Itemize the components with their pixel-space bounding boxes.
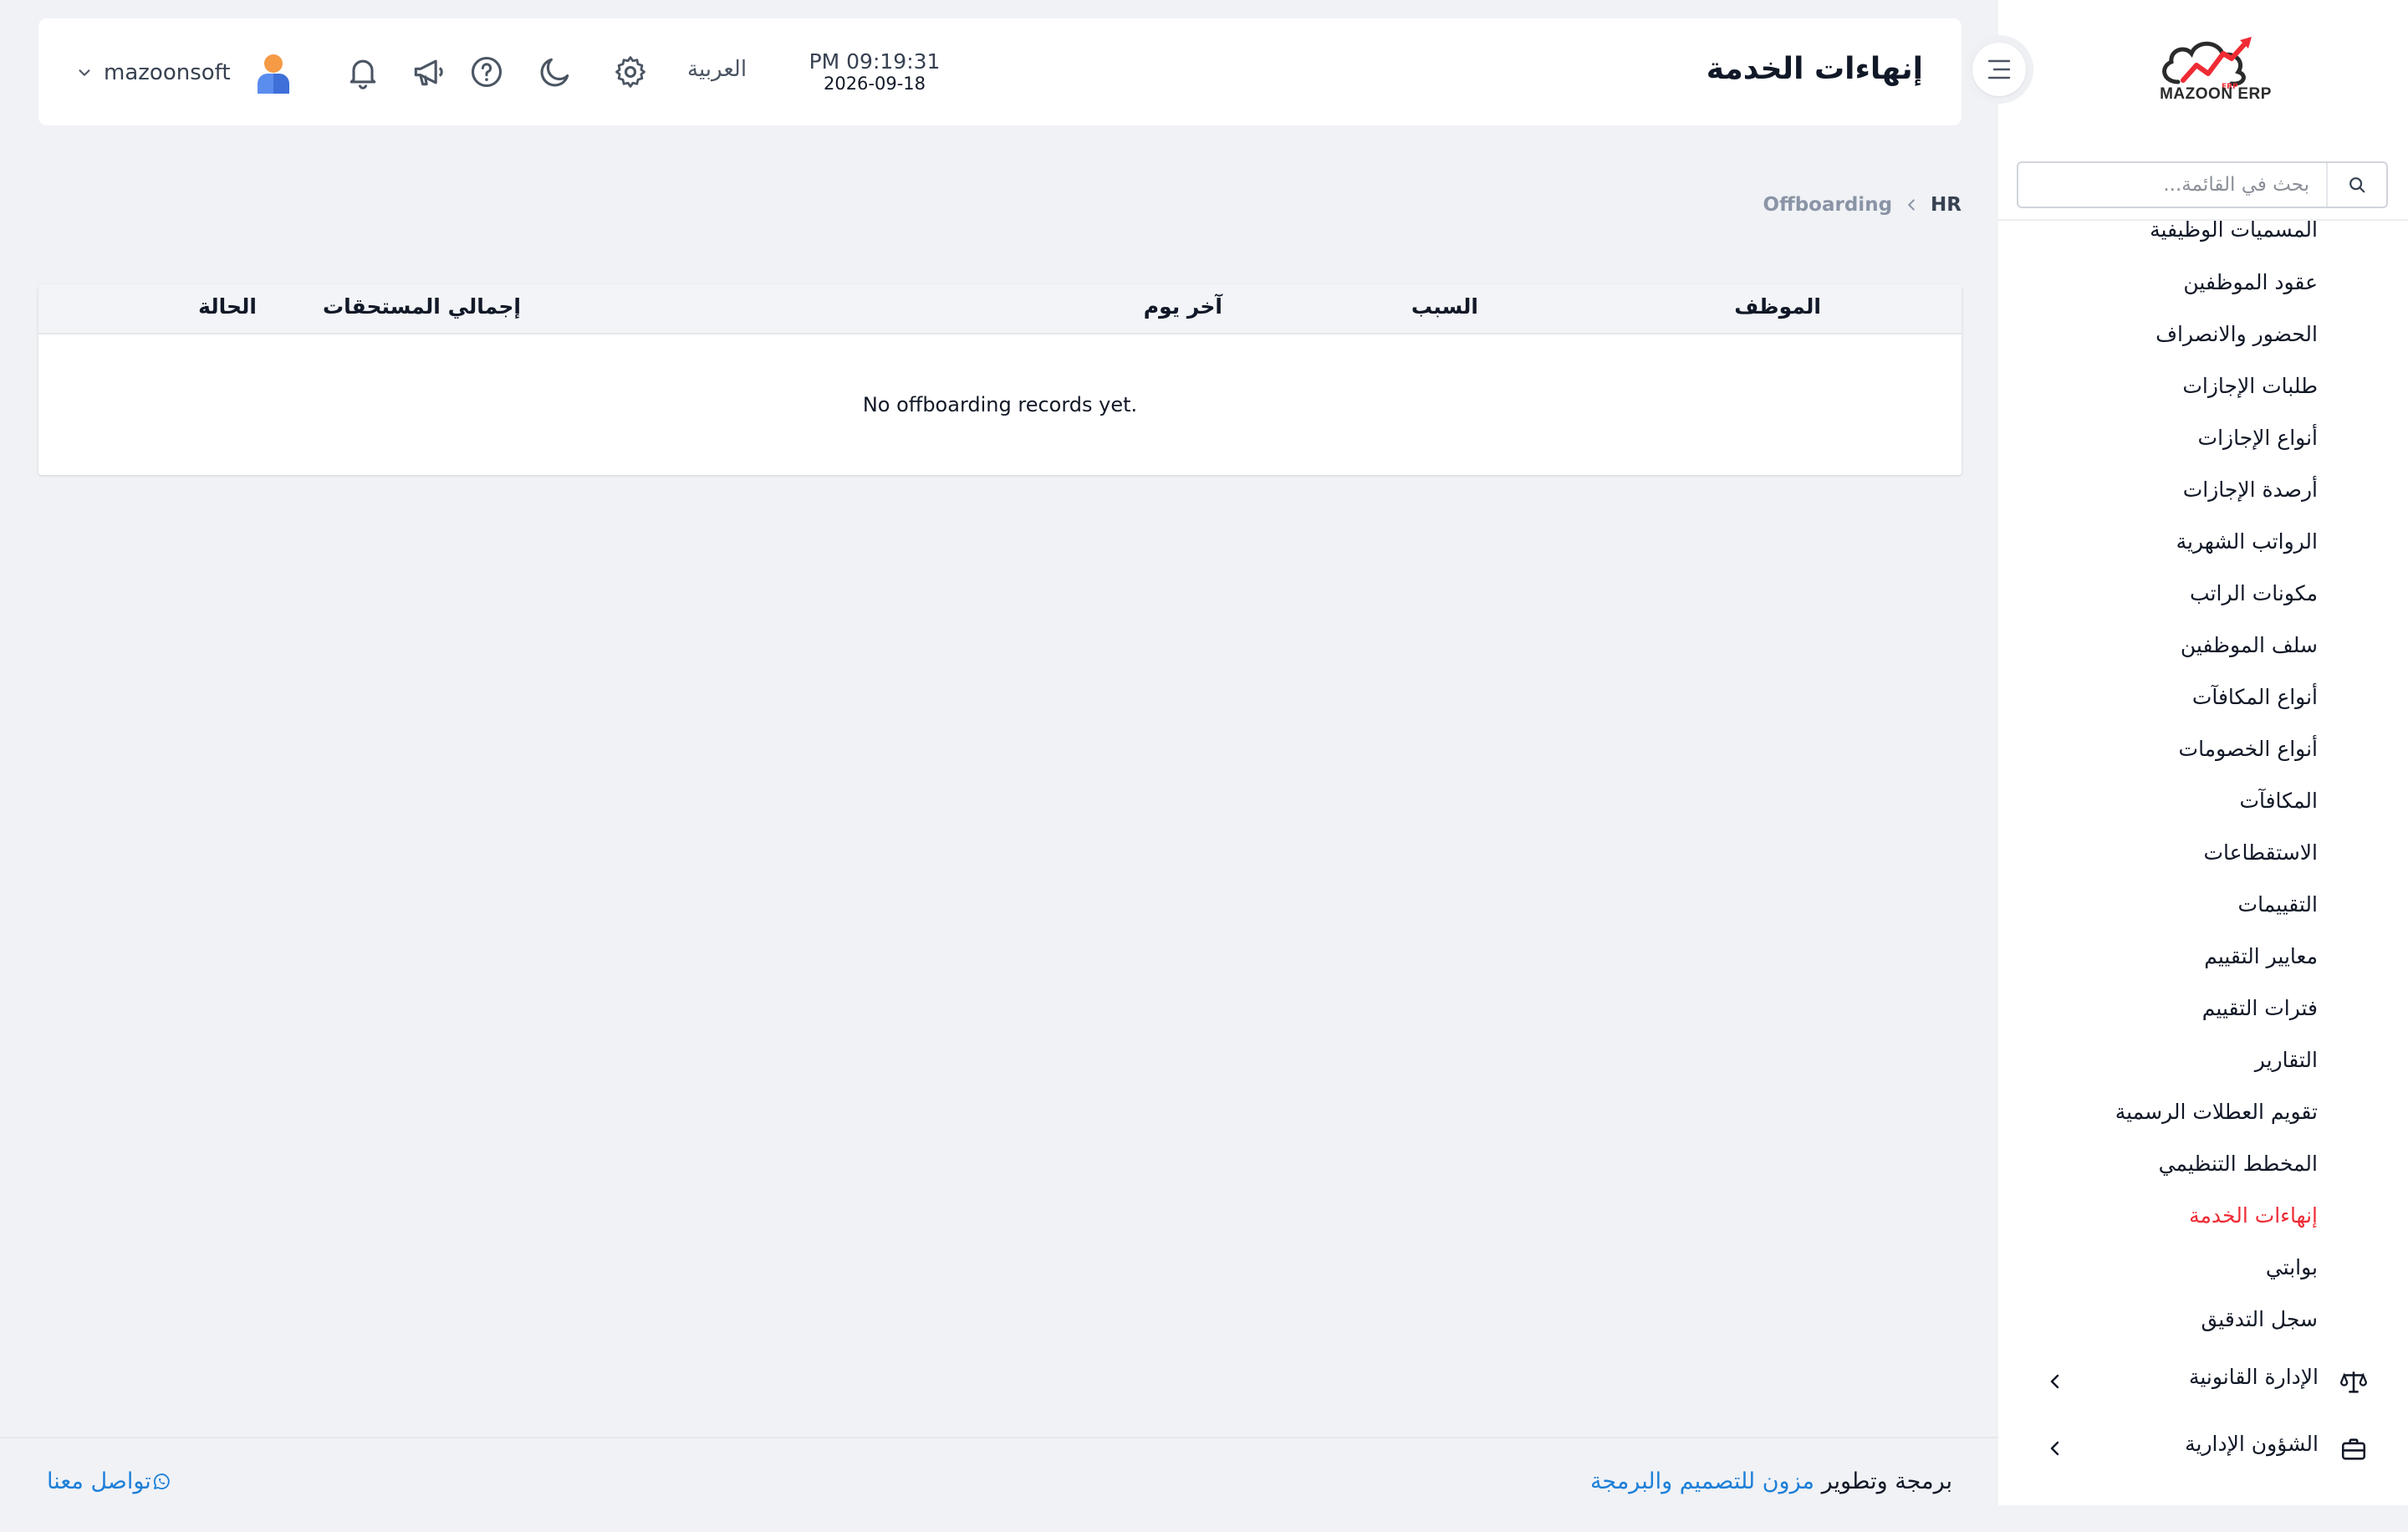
clock-date: 2026-09-18 (823, 74, 926, 94)
language-switch[interactable]: العربية (687, 57, 747, 82)
page-title: إنهاءات الخدمة (1706, 52, 1923, 86)
sidebar-group-label: الإدارة القانونية (2188, 1365, 2319, 1389)
username: mazoonsoft (104, 60, 231, 85)
sidebar-item-deductions[interactable]: الاستقطاعات (2203, 836, 2318, 870)
menu-search (2017, 161, 2388, 208)
help-icon[interactable] (468, 54, 505, 90)
whatsapp-icon (153, 1473, 170, 1489)
moon-icon[interactable] (537, 54, 574, 90)
column-total-dues: إجمالي المستحقات (323, 294, 521, 319)
menu-search-input[interactable] (2018, 163, 2329, 207)
sidebar-item-salary-components[interactable]: مكونات الراتب (2190, 577, 2318, 610)
bell-icon[interactable] (344, 54, 381, 90)
footer: برمجة وتطوير مزون للتصميم والبرمجة تواصل… (0, 1437, 1998, 1532)
search-button[interactable] (2326, 163, 2386, 207)
sidebar-toggle-wrapper (1965, 35, 2033, 104)
column-employee: الموظف (1734, 294, 1821, 319)
logo-mark-icon: ERP (2162, 37, 2252, 91)
sidebar-item-org-chart[interactable]: المخطط التنظيمي (2159, 1147, 2318, 1181)
table-header: الموظف السبب آخر يوم إجمالي المستحقات ال… (38, 284, 1962, 334)
sidebar-item-leave-balances[interactable]: أرصدة الإجازات (2183, 473, 2318, 507)
sidebar-item-evaluation-criteria[interactable]: معايير التقييم (2204, 940, 2318, 973)
sidebar-item-holiday-calendar[interactable]: تقويم العطلات الرسمية (2115, 1095, 2318, 1129)
chevron-left-icon (2050, 1374, 2059, 1389)
sidebar-group-admin-affairs[interactable]: الشؤون الإدارية (1998, 1423, 2408, 1473)
credit-link[interactable]: مزون للتصميم والبرمجة (1590, 1468, 1814, 1494)
sidebar: ERP MAZOON ERP المسميات الوظيفية عقود ال… (1998, 0, 2408, 1505)
sidebar-item-offboarding[interactable]: إنهاءات الخدمة (2189, 1199, 2318, 1233)
sidebar-group-label: الشؤون الإدارية (2185, 1432, 2319, 1456)
sidebar-menu: المسميات الوظيفية عقود الموظفين الحضور و… (1998, 213, 2408, 1493)
sidebar-item-job-titles[interactable]: المسميات الوظيفية (2150, 213, 2318, 247)
clock-time: PM 09:19:31 (809, 49, 941, 74)
sidebar-item-evaluations[interactable]: التقييمات (2238, 888, 2318, 922)
sidebar-item-attendance[interactable]: الحضور والانصراف (2155, 318, 2318, 351)
sidebar-item-employee-contracts[interactable]: عقود الموظفين (2183, 266, 2318, 299)
footer-credit: برمجة وتطوير مزون للتصميم والبرمجة (1590, 1468, 1952, 1494)
sidebar-item-monthly-salaries[interactable]: الرواتب الشهرية (2176, 525, 2318, 559)
menu-lines-icon (1987, 59, 2011, 79)
column-reason: السبب (1411, 294, 1478, 319)
contact-us-label: تواصل معنا (47, 1468, 151, 1494)
avatar (257, 54, 289, 94)
sidebar-item-leave-types[interactable]: أنواع الإجازات (2198, 421, 2318, 455)
breadcrumb-root[interactable]: HR (1931, 194, 1962, 216)
sidebar-item-reports[interactable]: التقارير (2255, 1044, 2318, 1077)
chevron-down-icon (79, 69, 90, 76)
sidebar-toggle-button[interactable] (1972, 43, 2026, 96)
brand-name: MAZOON ERP (2160, 85, 2272, 103)
chevron-left-icon (1908, 199, 1915, 211)
sidebar-item-bonuses[interactable]: المكافآت (2239, 784, 2318, 818)
empty-state-message: No offboarding records yet. (862, 393, 1138, 416)
scale-icon (2339, 1371, 2368, 1393)
sidebar-item-leave-requests[interactable]: طلبات الإجازات (2182, 370, 2318, 403)
megaphone-icon[interactable] (410, 54, 446, 90)
search-icon (2349, 177, 2365, 193)
chevron-left-icon (2050, 1441, 2059, 1456)
sidebar-item-evaluation-periods[interactable]: فترات التقييم (2202, 992, 2318, 1025)
sidebar-item-my-portal[interactable]: بوابتي (2266, 1251, 2318, 1284)
settings-icon[interactable] (612, 54, 649, 90)
sidebar-item-deduction-types[interactable]: أنواع الخصومات (2179, 733, 2318, 766)
contact-us-link[interactable]: تواصل معنا (47, 1468, 183, 1494)
sidebar-item-audit-log[interactable]: سجل التدقيق (2201, 1303, 2318, 1336)
offboarding-table: الموظف السبب آخر يوم إجمالي المستحقات ال… (38, 284, 1962, 475)
sidebar-item-bonus-types[interactable]: أنواع المكافآت (2192, 681, 2318, 714)
top-header: إنهاءات الخدمة mazoonsoft العربية PM 09:… (38, 18, 1962, 125)
column-status: الحالة (198, 294, 257, 319)
briefcase-icon (2341, 1438, 2366, 1460)
mazoon-erp-logo[interactable]: ERP MAZOON ERP (2145, 33, 2287, 117)
breadcrumb-current[interactable]: Offboarding (1763, 194, 1893, 216)
column-last-day: آخر يوم (1143, 294, 1222, 319)
breadcrumb: HR Offboarding (1763, 194, 1962, 216)
user-menu[interactable]: mazoonsoft (75, 52, 293, 94)
sidebar-item-employee-advances[interactable]: سلف الموظفين (2181, 629, 2318, 662)
sidebar-group-legal[interactable]: الإدارة القانونية (1998, 1356, 2408, 1407)
credit-prefix: برمجة وتطوير (1821, 1468, 1952, 1494)
clock: PM 09:19:31 2026-09-18 (791, 50, 958, 94)
